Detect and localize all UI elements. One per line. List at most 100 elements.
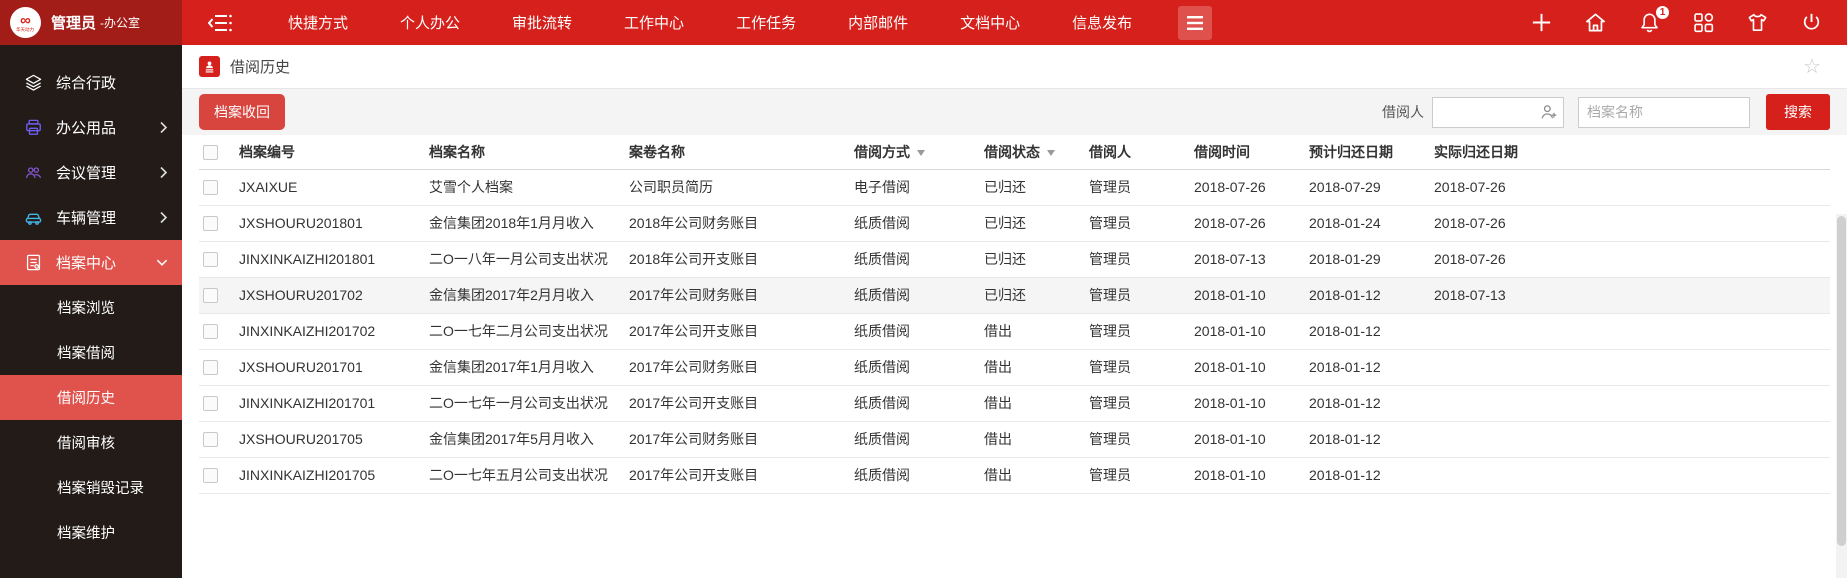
table-row[interactable]: JXSHOURU201705 金信集团2017年5月月收入 2017年公司财务账… — [199, 421, 1830, 458]
cell-archive-no: JINXINKAIZHI201702 — [235, 313, 425, 350]
row-checkbox[interactable] — [203, 180, 218, 196]
scrollbar-thumb[interactable] — [1837, 216, 1846, 546]
col-borrow-time: 借阅时间 — [1190, 135, 1305, 170]
cell-archive-name: 金信集团2017年2月月收入 — [425, 277, 625, 314]
col-archive-name: 档案名称 — [425, 135, 625, 170]
cell-archive-name: 艾雪个人档案 — [425, 169, 625, 206]
row-checkbox[interactable] — [203, 288, 218, 304]
table-row[interactable]: JXAIXUE 艾雪个人档案 公司职员简历 电子借阅 已归还 管理员 2018-… — [199, 169, 1830, 206]
table-row[interactable]: JINXINKAIZHI201705 二O一七年五月公司支出状况 2017年公司… — [199, 457, 1830, 494]
cell-borrow-time: 2018-01-10 — [1190, 313, 1305, 350]
top-menu: 快捷方式 个人办公 审批流转 工作中心 工作任务 内部邮件 文档中心 信息发布 — [262, 0, 1158, 45]
printer-icon — [24, 118, 44, 138]
company-logo: ∞ 华天动力 — [10, 7, 41, 38]
submenu-item[interactable]: 档案维护 — [0, 510, 182, 555]
cell-actual-return-date — [1430, 349, 1830, 386]
submenu-item-label: 借阅历史 — [57, 391, 115, 407]
select-all-checkbox[interactable] — [203, 145, 218, 161]
top-menu-item[interactable]: 内部邮件 — [822, 0, 934, 45]
cell-borrow-time: 2018-01-10 — [1190, 457, 1305, 494]
sidebar-collapse-icon[interactable] — [206, 11, 236, 35]
cell-borrow-method: 纸质借阅 — [850, 457, 980, 494]
table-row[interactable]: JINXINKAIZHI201702 二O一七年二月公司支出状况 2017年公司… — [199, 313, 1830, 350]
brand-area[interactable]: ∞ 华天动力 管理员 -办公室 — [0, 0, 182, 45]
submenu-item[interactable]: 档案借阅 — [0, 330, 182, 375]
row-checkbox[interactable] — [203, 432, 218, 448]
cell-folder-name: 公司职员简历 — [625, 169, 850, 206]
logout-power-icon[interactable] — [1800, 11, 1823, 34]
person-add-icon[interactable] — [1539, 102, 1559, 127]
home-icon[interactable] — [1584, 11, 1607, 34]
topbar-icons: 1 — [1530, 5, 1847, 34]
col-borrow-method[interactable]: 借阅方式 — [850, 135, 980, 170]
top-menu-item[interactable]: 工作中心 — [598, 0, 710, 45]
cell-archive-no: JXSHOURU201701 — [235, 349, 425, 386]
cell-archive-no: JINXINKAIZHI201801 — [235, 241, 425, 278]
filter-arrow-icon[interactable] — [1047, 150, 1055, 157]
sidebar-item-office-supplies[interactable]: 办公用品 — [0, 105, 182, 150]
top-menu-item[interactable]: 文档中心 — [934, 0, 1046, 45]
sidebar-item-vehicle-management[interactable]: 车辆管理 — [0, 195, 182, 240]
submenu-item-label: 档案销毁记录 — [57, 481, 144, 497]
recall-archive-button[interactable]: 档案收回 — [199, 94, 285, 130]
cell-expected-return-date: 2018-01-12 — [1305, 349, 1430, 386]
submenu-item[interactable]: 借阅历史 — [0, 375, 182, 420]
table-row[interactable]: JXSHOURU201702 金信集团2017年2月月收入 2017年公司财务账… — [199, 277, 1830, 314]
cell-actual-return-date: 2018-07-26 — [1430, 205, 1830, 242]
table-row[interactable]: JXSHOURU201801 金信集团2018年1月月收入 2018年公司财务账… — [199, 205, 1830, 242]
top-menu-item[interactable]: 审批流转 — [486, 0, 598, 45]
submenu-item[interactable]: 档案销毁记录 — [0, 465, 182, 510]
apps-grid-icon[interactable] — [1692, 11, 1715, 34]
archive-submenu: 档案浏览 档案借阅 借阅历史 借阅审核 档案销毁记录 档案维护 — [0, 285, 182, 555]
row-checkbox[interactable] — [203, 468, 218, 484]
cell-folder-name: 2017年公司开支账目 — [625, 385, 850, 422]
cell-actual-return-date: 2018-07-26 — [1430, 169, 1830, 206]
sidebar: 综合行政 办公用品 会议管理 车辆管理 档案中心 档案浏览 档案借阅 借阅历史 … — [0, 45, 182, 578]
main-content: 借阅历史 ☆ 档案收回 借阅人 档案名称 搜索 档案编号 档案名称 案卷名称 借… — [182, 45, 1847, 578]
submenu-item[interactable]: 档案浏览 — [0, 285, 182, 330]
theme-shirt-icon[interactable] — [1746, 11, 1769, 34]
chevron-down-icon — [156, 258, 168, 267]
sidebar-item-meeting-management[interactable]: 会议管理 — [0, 150, 182, 195]
row-checkbox[interactable] — [203, 216, 218, 232]
sidebar-item-archive-center[interactable]: 档案中心 — [0, 240, 182, 285]
top-menu-item[interactable]: 快捷方式 — [262, 0, 374, 45]
top-menu-item[interactable]: 信息发布 — [1046, 0, 1158, 45]
table-row[interactable]: JXSHOURU201701 金信集团2017年1月月收入 2017年公司财务账… — [199, 349, 1830, 386]
table-row[interactable]: JINXINKAIZHI201701 二O一七年一月公司支出状况 2017年公司… — [199, 385, 1830, 422]
cell-folder-name: 2018年公司财务账目 — [625, 205, 850, 242]
favorite-star-icon[interactable]: ☆ — [1803, 57, 1821, 77]
cell-expected-return-date: 2018-01-12 — [1305, 313, 1430, 350]
search-button[interactable]: 搜索 — [1766, 94, 1830, 130]
top-menu-item[interactable]: 工作任务 — [710, 0, 822, 45]
sidebar-item-label: 办公用品 — [56, 120, 117, 137]
cell-archive-name: 金信集团2017年1月月收入 — [425, 349, 625, 386]
cell-borrow-status: 借出 — [980, 457, 1085, 494]
row-checkbox[interactable] — [203, 396, 218, 412]
cell-borrower: 管理员 — [1085, 349, 1190, 386]
col-borrow-status[interactable]: 借阅状态 — [980, 135, 1085, 170]
submenu-item-label: 档案借阅 — [57, 346, 115, 362]
cell-folder-name: 2017年公司开支账目 — [625, 313, 850, 350]
vertical-scrollbar[interactable] — [1836, 214, 1847, 578]
borrow-history-table-wrap: 档案编号 档案名称 案卷名称 借阅方式 借阅状态 借阅人 借阅时间 预计归还日期… — [182, 135, 1847, 494]
row-checkbox[interactable] — [203, 324, 218, 340]
add-icon[interactable] — [1530, 11, 1553, 34]
archive-name-input[interactable] — [1578, 96, 1750, 128]
top-menu-item[interactable]: 个人办公 — [374, 0, 486, 45]
more-menu-icon[interactable] — [1178, 5, 1213, 40]
submenu-item[interactable]: 借阅审核 — [0, 420, 182, 465]
row-checkbox[interactable] — [203, 252, 218, 268]
sidebar-item-label: 会议管理 — [56, 165, 117, 182]
car-icon — [24, 208, 44, 228]
borrower-label: 借阅人 — [1382, 104, 1424, 120]
borrow-history-table: 档案编号 档案名称 案卷名称 借阅方式 借阅状态 借阅人 借阅时间 预计归还日期… — [199, 135, 1830, 494]
cell-archive-name: 二O一七年二月公司支出状况 — [425, 313, 625, 350]
cell-borrower: 管理员 — [1085, 169, 1190, 206]
row-checkbox[interactable] — [203, 360, 218, 376]
sidebar-item-general-admin[interactable]: 综合行政 — [0, 60, 182, 105]
table-row[interactable]: JINXINKAIZHI201801 二O一八年一月公司支出状况 2018年公司… — [199, 241, 1830, 278]
notifications-bell-icon[interactable]: 1 — [1638, 5, 1670, 34]
cell-archive-no: JINXINKAIZHI201705 — [235, 457, 425, 494]
filter-arrow-icon[interactable] — [917, 150, 925, 157]
